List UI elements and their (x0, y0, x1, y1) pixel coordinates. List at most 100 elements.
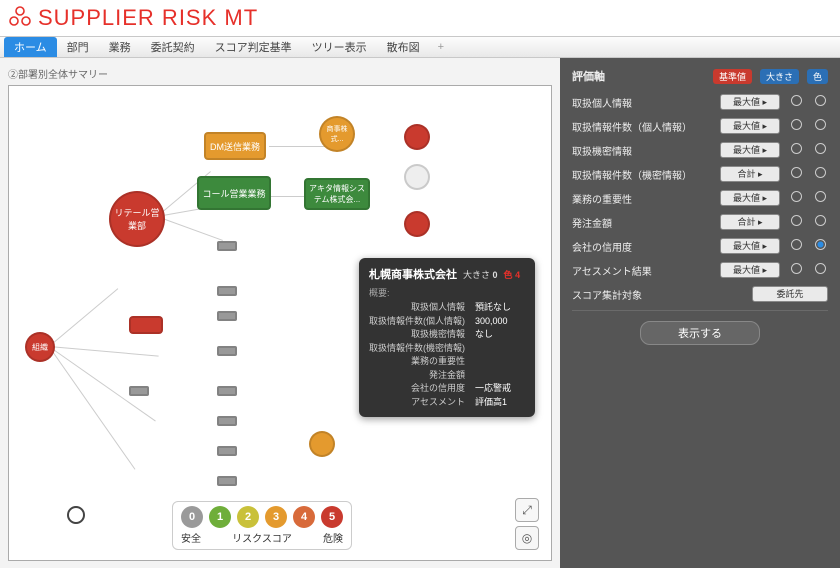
header-color: 色 (807, 69, 828, 84)
header-base: 基準値 (713, 69, 752, 84)
axis-row: 会社の信用度最大値 ▸ (572, 238, 828, 254)
axis-row: 業務の重要性最大値 ▸ (572, 190, 828, 206)
tooltip-title: 札幌商事株式会社 (369, 266, 457, 282)
color-radio[interactable] (815, 191, 826, 202)
tab-tree[interactable]: ツリー表示 (302, 37, 377, 57)
header: SUPPLIER RISK MT (0, 0, 840, 36)
axis-select[interactable]: 最大値 ▸ (720, 262, 780, 278)
node-orange-1[interactable] (309, 431, 335, 457)
size-radio[interactable] (791, 191, 802, 202)
tab-scatter[interactable]: 散布図 (377, 37, 430, 57)
axis-name: 業務の重要性 (572, 191, 712, 206)
axis-select[interactable]: 最大値 ▸ (720, 142, 780, 158)
tree-canvas[interactable]: 組織 リテール営業部 DM送信業務 コール営業業務 商事株式... アキタ情報シ… (8, 85, 552, 561)
tooltip-row: 取扱情報件数(個人情報)300,000 (369, 315, 525, 329)
node-generic-3[interactable] (404, 211, 430, 237)
tooltip-row: 発注金額 (369, 369, 525, 383)
tabbar: ホーム 部門 業務 委託契約 スコア判定基準 ツリー表示 散布図 + (0, 36, 840, 58)
node-hollow[interactable] (67, 506, 85, 524)
tab-add-icon[interactable]: + (430, 37, 452, 57)
tab-contract[interactable]: 委託契約 (141, 37, 205, 57)
axis-row: 取扱情報件数（機密情報） 合計 ▸ (572, 166, 828, 182)
node-branch-2[interactable] (129, 316, 163, 334)
axis-select[interactable]: 合計 ▸ (720, 214, 780, 230)
legend-left: 安全 (181, 530, 201, 545)
target-icon[interactable]: ◎ (515, 526, 539, 550)
legend-right: 危険 (323, 530, 343, 545)
color-radio[interactable] (815, 263, 826, 274)
node-stub-4[interactable] (217, 346, 237, 356)
size-radio[interactable] (791, 95, 802, 106)
legend-dot-0: 0 (181, 506, 203, 528)
header-axis: 評価軸 (572, 68, 705, 84)
node-generic-2[interactable] (404, 164, 430, 190)
axis-select[interactable]: 最大値 ▸ (720, 118, 780, 134)
axis-select[interactable]: 最大値 ▸ (720, 94, 780, 110)
color-radio[interactable] (815, 215, 826, 226)
axis-name: 取扱機密情報 (572, 143, 712, 158)
size-radio[interactable] (791, 143, 802, 154)
axis-row: 取扱個人情報最大値 ▸ (572, 94, 828, 110)
color-radio[interactable] (815, 167, 826, 178)
axis-name: 取扱情報件数（機密情報） (572, 167, 712, 182)
node-stub-8[interactable] (217, 446, 237, 456)
legend-dot-1: 1 (209, 506, 231, 528)
node-root[interactable]: 組織 (25, 332, 55, 362)
tab-criteria[interactable]: スコア判定基準 (205, 37, 302, 57)
node-tooltip: 札幌商事株式会社 大きさ 0 色 4 概要: 取扱個人情報預託なし取扱情報件数(… (359, 258, 535, 417)
show-button[interactable]: 表示する (640, 321, 760, 345)
node-stub-7[interactable] (217, 416, 237, 426)
tooltip-row: 業務の重要性 (369, 355, 525, 369)
aggregate-select[interactable]: 委託先 (752, 286, 828, 302)
size-radio[interactable] (791, 167, 802, 178)
tooltip-summary-label: 概要: (369, 286, 525, 299)
node-shoji[interactable]: 商事株式... (319, 116, 355, 152)
header-size: 大きさ (760, 69, 799, 84)
tab-department[interactable]: 部門 (57, 37, 99, 57)
tooltip-row: 会社の信用度一応警戒 (369, 382, 525, 396)
canvas-title: ②部署別全体サマリー (8, 66, 552, 81)
node-akita[interactable]: アキタ情報システム株式会... (304, 178, 370, 210)
node-call[interactable]: コール営業業務 (197, 176, 271, 210)
size-radio[interactable] (791, 215, 802, 226)
node-stub-3[interactable] (217, 311, 237, 321)
axis-select[interactable]: 合計 ▸ (720, 166, 780, 182)
expand-icon[interactable]: ⤢ (515, 498, 539, 522)
nav-controls: ⤢ ◎ (515, 498, 539, 550)
legend-dot-3: 3 (265, 506, 287, 528)
node-dm[interactable]: DM送信業務 (204, 132, 266, 160)
legend-dot-5: 5 (321, 506, 343, 528)
axis-select[interactable]: 最大値 ▸ (720, 238, 780, 254)
node-retail[interactable]: リテール営業部 (109, 191, 165, 247)
axis-name: アセスメント結果 (572, 263, 712, 278)
color-radio[interactable] (815, 143, 826, 154)
axis-name: 取扱個人情報 (572, 95, 712, 110)
legend-dot-4: 4 (293, 506, 315, 528)
tab-home[interactable]: ホーム (4, 37, 57, 57)
node-generic-1[interactable] (404, 124, 430, 150)
axis-name: 会社の信用度 (572, 239, 712, 254)
node-stub-1[interactable] (217, 241, 237, 251)
axis-row: 発注金額合計 ▸ (572, 214, 828, 230)
tab-business[interactable]: 業務 (99, 37, 141, 57)
node-stub-6[interactable] (217, 386, 237, 396)
axis-row: アセスメント結果最大値 ▸ (572, 262, 828, 278)
app-title: SUPPLIER RISK MT (38, 5, 258, 31)
legend-dot-2: 2 (237, 506, 259, 528)
node-stub-5[interactable] (129, 386, 149, 396)
size-radio[interactable] (791, 263, 802, 274)
color-radio[interactable] (815, 95, 826, 106)
node-stub-9[interactable] (217, 476, 237, 486)
legend-center: リスクスコア (232, 530, 292, 545)
color-radio[interactable] (815, 239, 826, 250)
axis-row: 取扱情報件数（個人情報） 最大値 ▸ (572, 118, 828, 134)
axis-select[interactable]: 最大値 ▸ (720, 190, 780, 206)
axis-name: 発注金額 (572, 215, 712, 230)
color-radio[interactable] (815, 119, 826, 130)
axis-name: 取扱情報件数（個人情報） (572, 119, 712, 134)
aggregate-label: スコア集計対象 (572, 287, 744, 302)
size-radio[interactable] (791, 239, 802, 250)
node-stub-2[interactable] (217, 286, 237, 296)
size-radio[interactable] (791, 119, 802, 130)
tooltip-row: 取扱情報件数(機密情報) (369, 342, 525, 356)
